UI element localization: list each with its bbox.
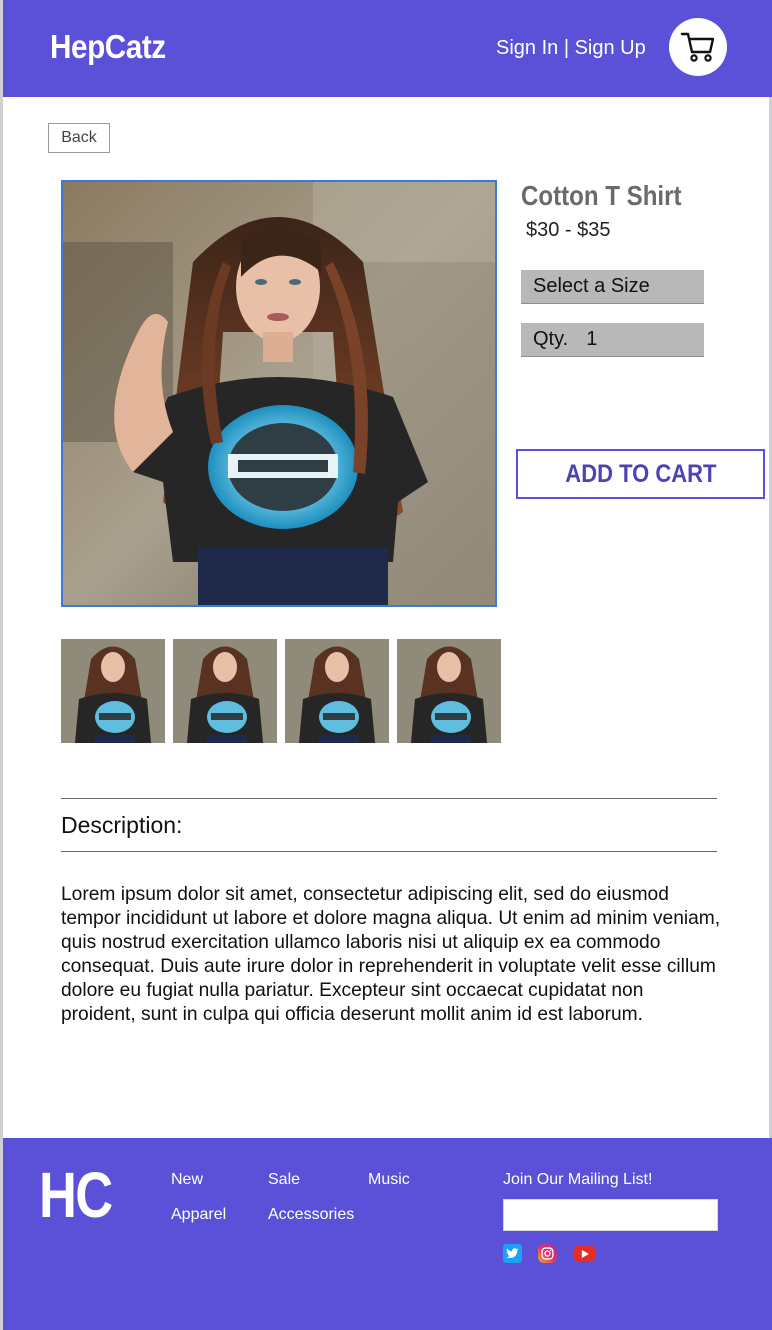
- youtube-icon[interactable]: [574, 1246, 595, 1262]
- mailing-list-input[interactable]: [503, 1199, 718, 1231]
- product-price: $30 - $35: [526, 219, 611, 241]
- twitter-icon[interactable]: [503, 1244, 522, 1263]
- product-thumbnail[interactable]: [397, 639, 501, 743]
- product-main-image[interactable]: [61, 180, 497, 607]
- footer-link-music[interactable]: Music: [368, 1171, 410, 1189]
- divider: [61, 798, 717, 799]
- footer-link-accessories[interactable]: Accessories: [268, 1206, 354, 1224]
- product-thumbnail[interactable]: [173, 639, 277, 743]
- footer-link-new[interactable]: New: [171, 1171, 203, 1189]
- quantity-field[interactable]: Qty. 1: [521, 323, 704, 357]
- size-select[interactable]: Select a Size: [521, 270, 704, 304]
- product-thumbnail[interactable]: [285, 639, 389, 743]
- product-thumbnail[interactable]: [61, 639, 165, 743]
- footer-link-apparel[interactable]: Apparel: [171, 1206, 226, 1224]
- mailing-list-label: Join Our Mailing List!: [503, 1171, 653, 1188]
- description-text: Lorem ipsum dolor sit amet, consectetur …: [61, 884, 721, 1025]
- cart-button[interactable]: [669, 18, 727, 76]
- footer-link-sale[interactable]: Sale: [268, 1171, 300, 1189]
- product-title: Cotton T Shirt: [521, 180, 682, 211]
- site-footer: [3, 1138, 772, 1330]
- quantity-label: Qty.: [533, 328, 569, 350]
- add-to-cart-label: ADD TO CART: [564, 459, 717, 488]
- shopping-cart-icon: [680, 32, 715, 62]
- sign-in-sign-up-link[interactable]: Sign In | Sign Up: [496, 37, 646, 60]
- add-to-cart-button[interactable]: ADD TO CART: [516, 449, 765, 499]
- back-button[interactable]: Back: [48, 123, 110, 153]
- instagram-icon[interactable]: [538, 1244, 557, 1263]
- brand-logo[interactable]: HepCatz: [50, 28, 166, 66]
- quantity-value: 1: [586, 328, 598, 350]
- divider: [61, 851, 717, 852]
- size-select-label: Select a Size: [533, 275, 650, 297]
- footer-logo[interactable]: HC: [39, 1158, 113, 1232]
- description-heading: Description:: [61, 812, 183, 838]
